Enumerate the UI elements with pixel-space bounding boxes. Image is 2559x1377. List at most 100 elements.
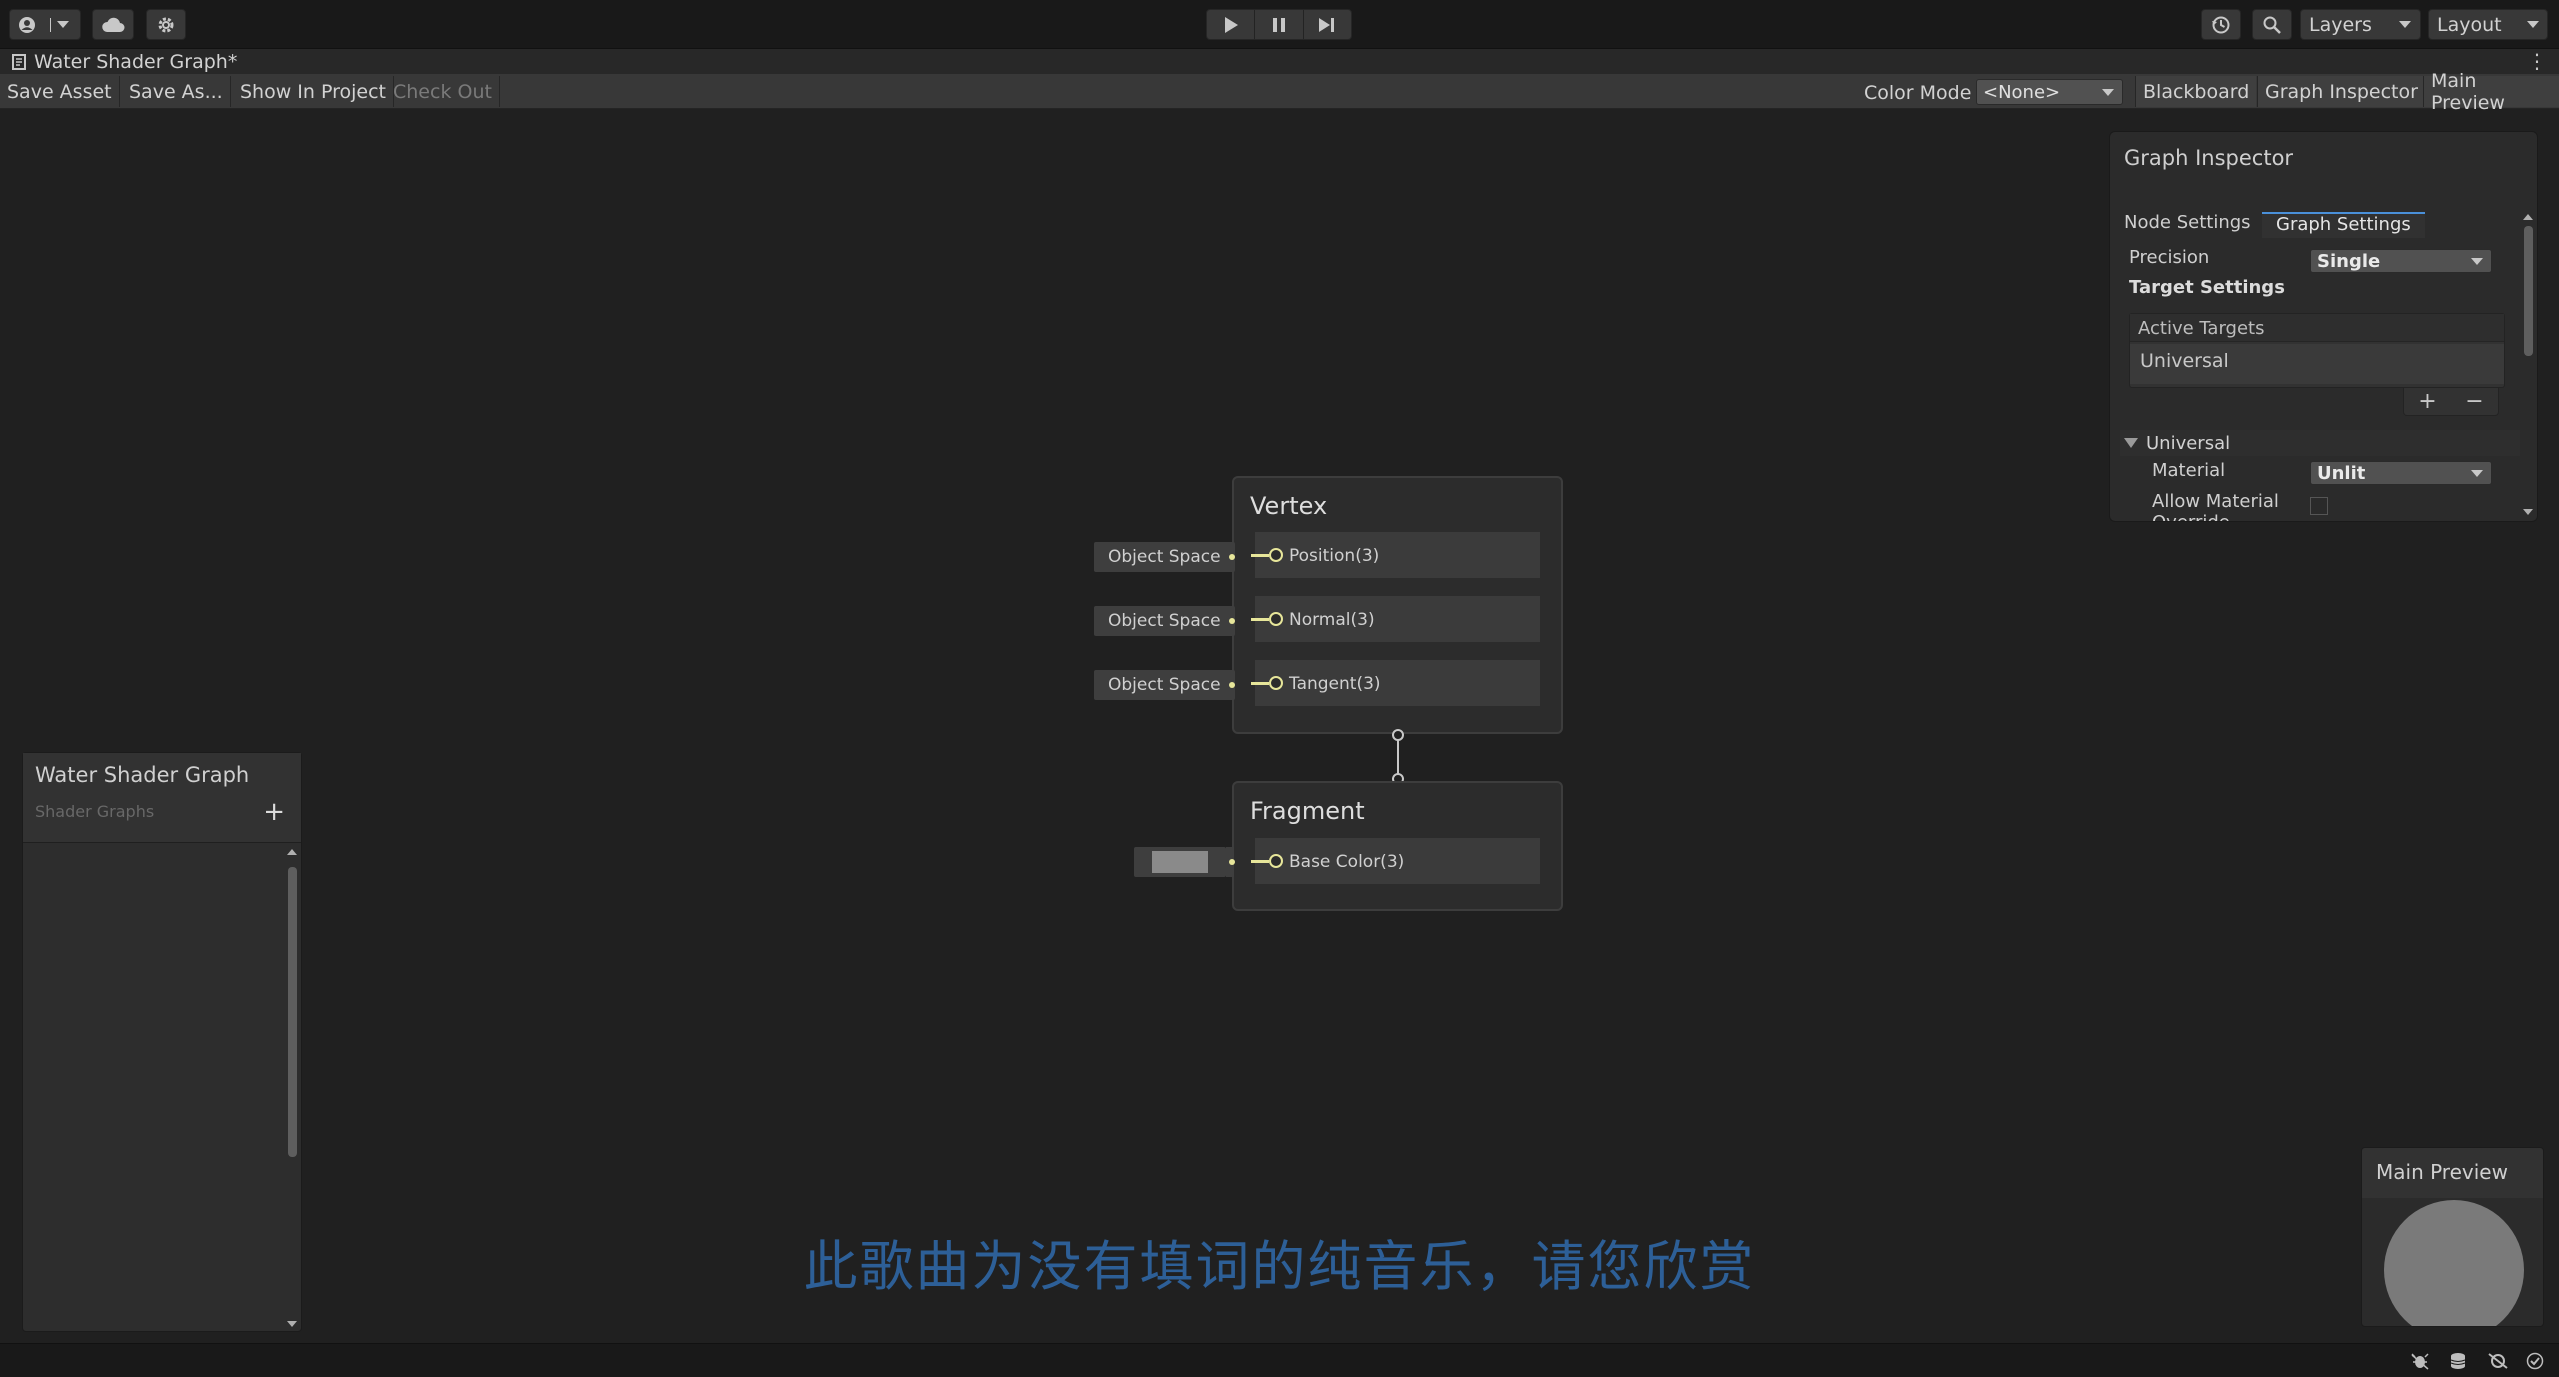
gear-icon [147,10,185,39]
status-bar [0,1343,2559,1377]
port-connector-icon[interactable] [1269,548,1283,562]
save-as-button[interactable]: Save As... [122,76,231,107]
list-add-remove: + − [2403,388,2499,416]
blackboard-subtitle: Shader Graphs [35,802,155,821]
history-button[interactable] [2201,9,2241,40]
main-preview-toggle[interactable]: Main Preview [2423,70,2559,114]
play-icon [1224,16,1238,33]
precision-value: Single [2317,251,2381,272]
port-connector-icon[interactable] [1269,612,1283,626]
chevron-down-icon [2399,21,2411,28]
port-wire [1251,554,1269,557]
stack-connector [1392,729,1404,785]
layout-dropdown[interactable]: Layout [2428,9,2548,40]
cloud-button[interactable] [92,9,134,40]
tangent-space-input[interactable]: Object Space [1094,670,1235,700]
search-icon [2253,10,2291,39]
settings-button[interactable] [146,9,186,40]
debug-icon[interactable] [2410,1352,2430,1375]
position-space-input[interactable]: Object Space [1094,542,1235,572]
chevron-down-icon [57,21,69,28]
port-connector-icon[interactable] [1269,676,1283,690]
add-target-button[interactable]: + [2418,389,2436,414]
port-label: Normal(3) [1289,610,1375,630]
window-title: Water Shader Graph* [34,51,238,73]
material-label: Material [2152,460,2226,481]
port-normal[interactable]: Normal(3) [1251,596,1540,642]
inspector-scrollbar[interactable] [2521,212,2535,517]
port-label: Position(3) [1289,546,1380,566]
input-dot-icon [1229,554,1235,560]
allow-material-label-cut: Override [2152,512,2230,521]
database-icon[interactable] [2448,1352,2468,1375]
material-select[interactable]: Unlit [2310,461,2492,485]
chevron-down-icon [2527,21,2539,28]
preview-title: Main Preview [2362,1148,2543,1198]
step-button[interactable] [1304,10,1351,39]
pause-button[interactable] [1255,10,1302,39]
playmode-controls [1206,9,1352,40]
color-mode-value: <None> [1983,82,2061,103]
port-tangent[interactable]: Tangent(3) [1251,660,1540,706]
graph-inspector-toggle[interactable]: Graph Inspector [2257,76,2425,107]
precision-select[interactable]: Single [2310,249,2492,273]
main-toolbar: Layers Layout [0,0,2559,49]
scrollbar-thumb[interactable] [2524,226,2533,356]
save-asset-button[interactable]: Save Asset [0,76,120,107]
step-icon [1319,17,1335,32]
inspector-tabs: Node Settings Graph Settings [2110,208,2519,238]
graph-toolbar: Save Asset Save As... Show In Project Ch… [0,70,2559,114]
check-out-button[interactable]: Check Out [386,76,500,107]
input-dot-icon [1229,682,1235,688]
layout-label: Layout [2437,13,2502,36]
color-swatch[interactable] [1152,851,1208,873]
fragment-node[interactable]: Fragment Base Color(3) [1232,781,1563,911]
layers-dropdown[interactable]: Layers [2300,9,2421,40]
allow-material-label: Allow Material [2152,491,2279,512]
scroll-down-icon[interactable] [287,1321,297,1327]
show-in-project-button[interactable]: Show In Project [233,76,394,107]
chevron-down-icon [2471,258,2483,265]
window-tab[interactable]: Water Shader Graph* [12,51,237,73]
scroll-down-icon[interactable] [2523,509,2533,515]
port-wire [1251,860,1269,863]
vertex-node[interactable]: Vertex Position(3) Normal(3) Tangent(3) [1232,476,1563,734]
material-value: Unlit [2317,463,2366,484]
account-dropdown[interactable] [9,9,81,40]
input-dot-icon [1229,618,1235,624]
list-item[interactable]: Universal [2130,344,2504,384]
blackboard-header: Water Shader Graph Shader Graphs + [23,753,301,843]
allow-material-override-checkbox[interactable] [2310,497,2328,515]
add-property-button[interactable]: + [263,797,285,827]
color-mode-select[interactable]: <None> [1976,79,2123,105]
remove-target-button[interactable]: − [2465,389,2483,414]
chevron-down-icon [2471,470,2483,477]
tab-node-settings[interactable]: Node Settings [2110,212,2265,238]
scrollbar-thumb[interactable] [288,867,297,1157]
layers-label: Layers [2309,13,2372,36]
blackboard-toggle[interactable]: Blackboard [2135,76,2257,107]
scroll-up-icon[interactable] [287,849,297,855]
base-color-input[interactable] [1134,847,1226,877]
port-wire [1251,682,1269,685]
node-title: Vertex [1250,492,1328,520]
play-button[interactable] [1207,10,1254,39]
precision-label: Precision [2129,247,2210,268]
foldout-arrow-icon [2124,438,2138,448]
network-off-icon[interactable] [2487,1352,2509,1375]
port-wire [1251,618,1269,621]
port-position[interactable]: Position(3) [1251,532,1540,578]
active-targets-list: Active Targets Universal [2129,313,2505,388]
scroll-up-icon[interactable] [2523,214,2533,220]
search-button[interactable] [2252,9,2292,40]
normal-space-input[interactable]: Object Space [1094,606,1235,636]
check-icon[interactable] [2526,1352,2544,1375]
port-base-color[interactable]: Base Color(3) [1251,838,1540,884]
tab-graph-settings[interactable]: Graph Settings [2262,212,2425,238]
history-icon [2202,10,2240,39]
universal-foldout[interactable]: Universal [2120,430,2520,456]
foldout-label: Universal [2146,432,2231,454]
account-icon [10,10,44,39]
port-connector-icon[interactable] [1269,854,1283,868]
shader-graph-icon [12,54,26,70]
